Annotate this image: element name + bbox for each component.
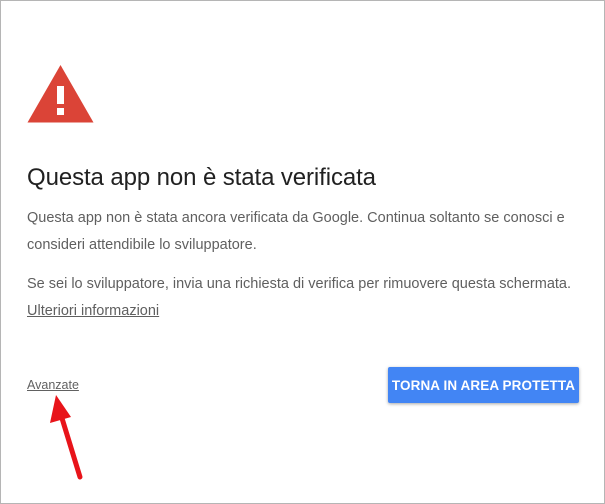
back-to-safety-button[interactable]: TORNA IN AREA PROTETTA [388, 367, 579, 403]
page-title: Questa app non è stata verificata [27, 164, 376, 191]
developer-description: Se sei lo sviluppatore, invia una richie… [27, 271, 577, 325]
warning-triangle-icon [27, 65, 94, 123]
consent-dialog: Questa app non è stata verificata Questa… [0, 0, 605, 504]
learn-more-link[interactable]: Ulteriori informazioni [27, 303, 159, 319]
red-arrow-icon [50, 395, 83, 480]
developer-description-text: Se sei lo sviluppatore, invia una richie… [27, 276, 572, 292]
advanced-link[interactable]: Avanzate [27, 378, 79, 392]
unverified-description: Questa app non è stata ancora verificata… [27, 210, 565, 253]
